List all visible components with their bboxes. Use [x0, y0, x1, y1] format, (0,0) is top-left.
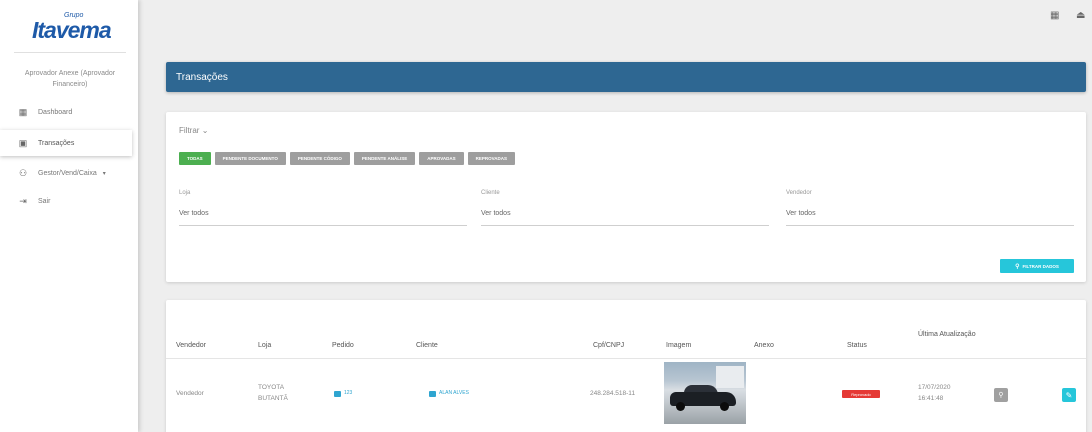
cell-loja: TOYOTA BUTANTÃ	[258, 384, 288, 402]
cell-cliente: Alan Alves	[439, 390, 469, 396]
document-icon	[334, 390, 341, 397]
vehicle-photo[interactable]	[664, 362, 746, 424]
vendedor-select[interactable]: Vendedor Ver todos	[786, 190, 1074, 226]
pencil-icon: ✎	[1065, 390, 1073, 400]
chip-pendente-analise[interactable]: Pendente análise	[353, 152, 416, 165]
column-header-anexo: Anexo	[754, 342, 774, 349]
field-label: Cliente	[481, 190, 500, 196]
column-header-vendedor: Vendedor	[176, 342, 206, 349]
sidebar-item-label: Gestor/Vend/Caixa	[38, 169, 97, 177]
cliente-select[interactable]: Cliente Ver todos	[481, 190, 769, 226]
photo-wheel	[676, 402, 685, 411]
photo-house	[716, 366, 744, 388]
filter-toggle[interactable]: Filtrar ⌄	[179, 126, 208, 135]
column-header-loja: Loja	[258, 342, 272, 349]
grid-icon[interactable]: ▦	[1050, 10, 1059, 21]
users-icon: ⚇	[18, 167, 28, 178]
filter-data-button[interactable]: ⚲ Filtrar dados	[1000, 259, 1074, 273]
sidebar-item-label: Sair	[38, 197, 51, 205]
status-badge: Reprovado	[842, 390, 880, 398]
itavema-logo[interactable]: Grupo Itavema	[32, 12, 112, 43]
cell-vendedor: Vendedor	[176, 390, 204, 397]
search-icon: ⚲	[1015, 263, 1020, 270]
sidebar: Grupo Itavema Aprovador Anexe (Aprovador…	[0, 0, 138, 432]
transactions-table: Vendedor Loja Pedido Cliente Cpf/CNPJ Im…	[166, 300, 1086, 432]
sidebar-item-sair[interactable]: ⇥ Sair	[0, 188, 132, 214]
filter-toggle-label: Filtrar	[179, 126, 200, 135]
chip-todas[interactable]: Todas	[179, 152, 211, 165]
chevron-down-icon: ▾	[102, 170, 106, 177]
photo-wheel	[720, 402, 729, 411]
cliente-link[interactable]: Alan Alves	[429, 388, 469, 399]
filter-button-label: Filtrar dados	[1022, 263, 1059, 269]
divider	[166, 358, 1086, 359]
field-value: Ver todos	[786, 210, 816, 217]
logout-icon: ⇥	[19, 195, 27, 206]
chevron-down-icon: ⌄	[201, 126, 209, 135]
column-header-cliente: Cliente	[416, 342, 438, 349]
column-header-imagem: Imagem	[666, 342, 692, 349]
cell-pedido: 123	[344, 390, 353, 396]
page-title-bar: Transações	[166, 62, 1086, 92]
sidebar-item-gestor[interactable]: ⚇ Gestor/Vend/Caixa ▾	[0, 160, 132, 186]
sidebar-item-label: Dashboard	[38, 108, 73, 116]
sidebar-item-transacoes[interactable]: ▣ Transações	[0, 130, 132, 156]
sidebar-item-dashboard[interactable]: ▦ Dashboard	[0, 99, 132, 125]
transactions-icon: ▣	[18, 137, 28, 148]
field-value: Ver todos	[481, 210, 511, 217]
field-label: Vendedor	[786, 190, 812, 196]
sidebar-item-label: Transações	[38, 139, 75, 147]
divider	[14, 52, 126, 53]
column-header-pedido: Pedido	[332, 342, 354, 349]
field-label: Loja	[179, 190, 191, 196]
chip-aprovadas[interactable]: Aprovadas	[419, 152, 464, 165]
column-header-status: Status	[847, 342, 867, 349]
user-icon[interactable]: ⏏	[1076, 10, 1085, 21]
view-button[interactable]: ⚲	[994, 388, 1008, 402]
logo-brand-text: Itavema	[32, 17, 112, 43]
search-icon: ⚲	[998, 392, 1004, 399]
column-header-cpf: Cpf/CNPJ	[593, 342, 625, 349]
page-title: Transações	[176, 71, 228, 83]
cell-ultima-atualizacao: 17/07/2020 16:41:48	[918, 384, 951, 402]
column-header-ultima-atualizacao: Última Atualização	[918, 331, 976, 338]
status-chip-row: Todas Pendente documento Pendente código…	[179, 152, 516, 165]
document-icon	[429, 390, 436, 397]
field-value: Ver todos	[179, 210, 209, 217]
user-role-label: Aprovador Anexe (Aprovador Financeiro)	[24, 70, 116, 88]
chip-reprovadas[interactable]: Reprovadas	[467, 152, 516, 165]
pedido-link[interactable]: 123	[334, 388, 352, 399]
filter-card: Filtrar ⌄ Todas Pendente documento Pende…	[166, 112, 1086, 282]
loja-select[interactable]: Loja Ver todos	[179, 190, 467, 226]
edit-button[interactable]: ✎	[1062, 388, 1076, 402]
chip-pendente-documento[interactable]: Pendente documento	[214, 152, 286, 165]
chip-pendente-codigo[interactable]: Pendente código	[289, 152, 350, 165]
dashboard-icon: ▦	[18, 106, 28, 117]
cell-cpf: 248.284.518-11	[590, 390, 636, 397]
